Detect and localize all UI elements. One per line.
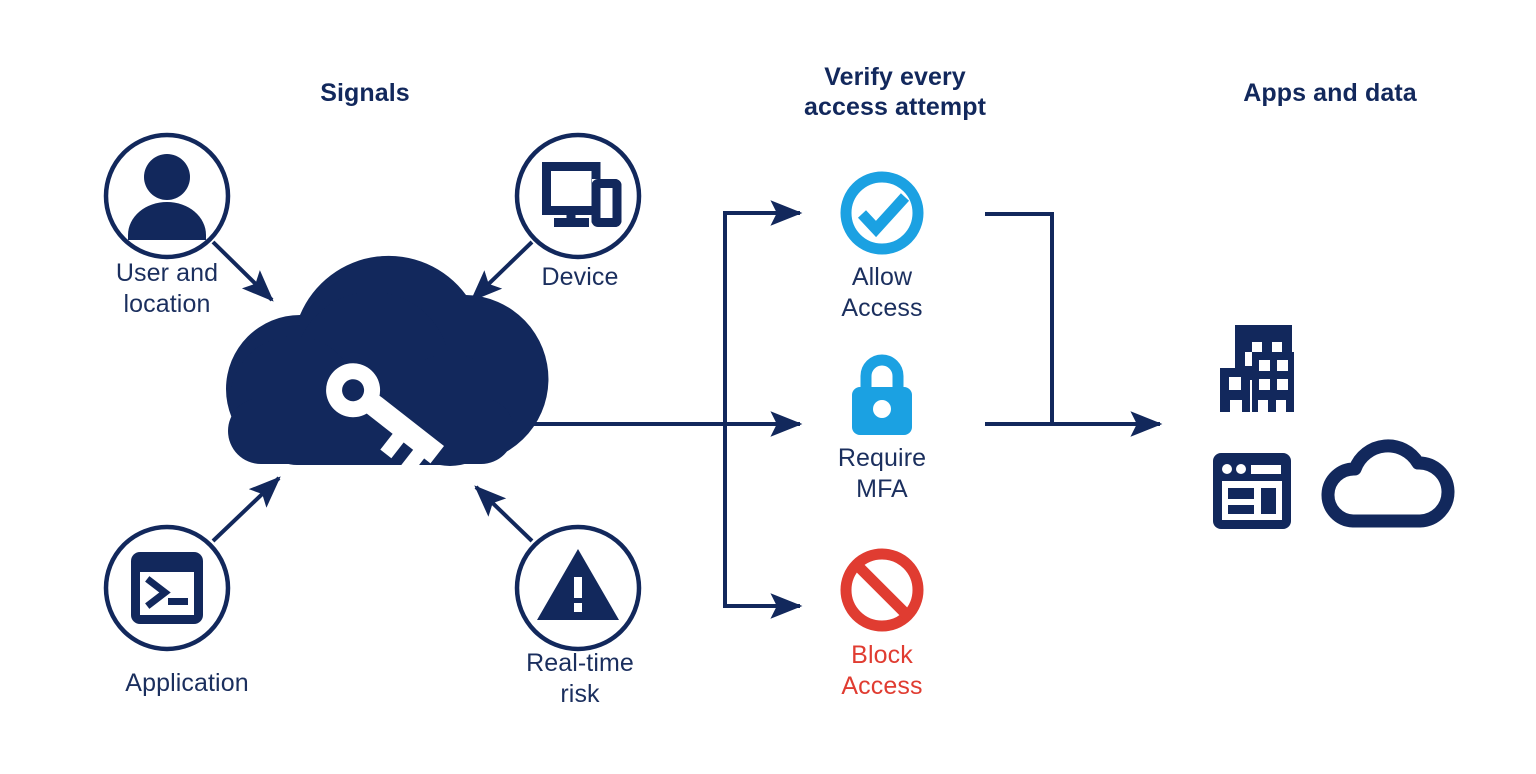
- label-allow-access: Allow Access: [782, 262, 982, 324]
- label-block-access-line2: Access: [841, 672, 923, 700]
- office-buildings-icon[interactable]: [1220, 325, 1294, 412]
- line-allow-to-merge: [985, 212, 1054, 424]
- arrow-application-to-cloud: [211, 476, 281, 543]
- label-real-time-risk-line2: risk: [560, 680, 600, 708]
- label-require-mfa-line1: Require: [837, 444, 927, 472]
- label-block-access-line1: Block: [851, 641, 913, 669]
- no-entry-icon: [840, 548, 924, 632]
- label-require-mfa: Require MFA: [782, 443, 982, 505]
- label-device: Device: [541, 263, 619, 291]
- browser-window-icon[interactable]: [1213, 453, 1291, 529]
- label-real-time-risk-line1: Real-time: [526, 649, 634, 677]
- signal-node-real-time-risk[interactable]: [514, 524, 642, 652]
- label-block-access: Block Access: [782, 640, 982, 702]
- heading-apps-and-data: Apps and data: [1243, 79, 1417, 107]
- label-require-mfa-line2: MFA: [856, 475, 908, 503]
- label-allow-access-line2: Access: [841, 294, 923, 322]
- heading-signals: Signals: [320, 79, 410, 107]
- label-real-time-risk: Real-time risk: [480, 648, 680, 710]
- check-circle-icon-tick: [857, 193, 910, 238]
- diagram-canvas: [103, 132, 1455, 652]
- targets-connectors: [985, 212, 1163, 437]
- check-circle-icon-ring: [840, 171, 924, 255]
- label-allow-access-line1: Allow: [851, 263, 913, 291]
- heading-verify-line2: access attempt: [803, 93, 987, 121]
- decision-node-require-mfa[interactable]: [852, 354, 912, 435]
- label-user-location-line1: User and: [115, 259, 219, 287]
- arrow-risk-to-cloud: [474, 485, 534, 543]
- signal-node-device[interactable]: [514, 132, 642, 260]
- label-user-location-line2: location: [123, 290, 211, 318]
- terminal-window-icon: [131, 552, 203, 624]
- decision-node-block-access[interactable]: [840, 548, 924, 632]
- signal-node-user-location[interactable]: [103, 132, 231, 260]
- zero-trust-diagram: Signals Verify every access attempt Apps…: [0, 0, 1536, 774]
- lock-icon: [852, 354, 912, 435]
- label-application: Application: [125, 669, 249, 697]
- label-user-location: User and location: [67, 258, 267, 320]
- decision-node-allow-access[interactable]: [840, 171, 924, 255]
- signal-node-application[interactable]: [103, 524, 231, 652]
- cloud-outline-icon[interactable]: [1321, 439, 1455, 528]
- heading-verify: Verify every access attempt: [775, 62, 1015, 122]
- heading-verify-line1: Verify every: [824, 63, 966, 91]
